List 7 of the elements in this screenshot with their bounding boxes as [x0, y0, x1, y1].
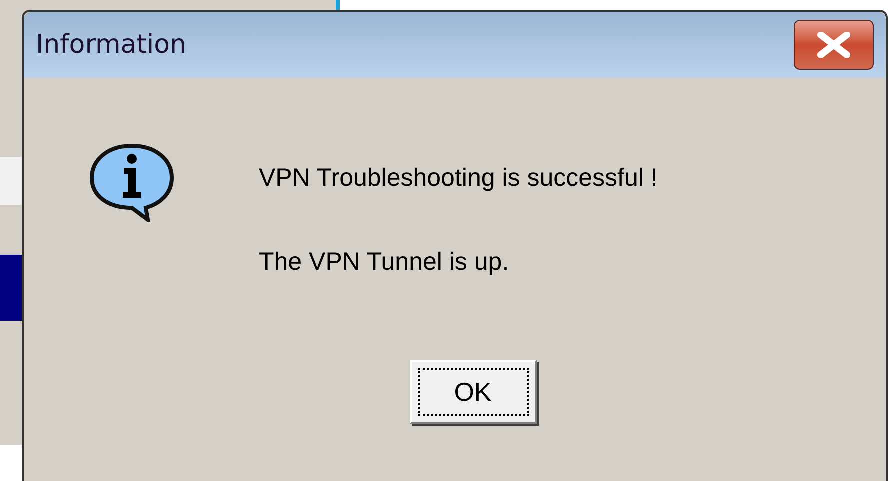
close-icon — [817, 32, 851, 58]
ok-button[interactable]: OK — [410, 360, 536, 424]
info-icon — [88, 142, 176, 222]
message-text: VPN Troubleshooting is successful ! — [259, 163, 658, 194]
close-button[interactable] — [794, 20, 874, 70]
message-text: The VPN Tunnel is up. — [259, 247, 510, 278]
window-title: Information — [36, 28, 187, 62]
